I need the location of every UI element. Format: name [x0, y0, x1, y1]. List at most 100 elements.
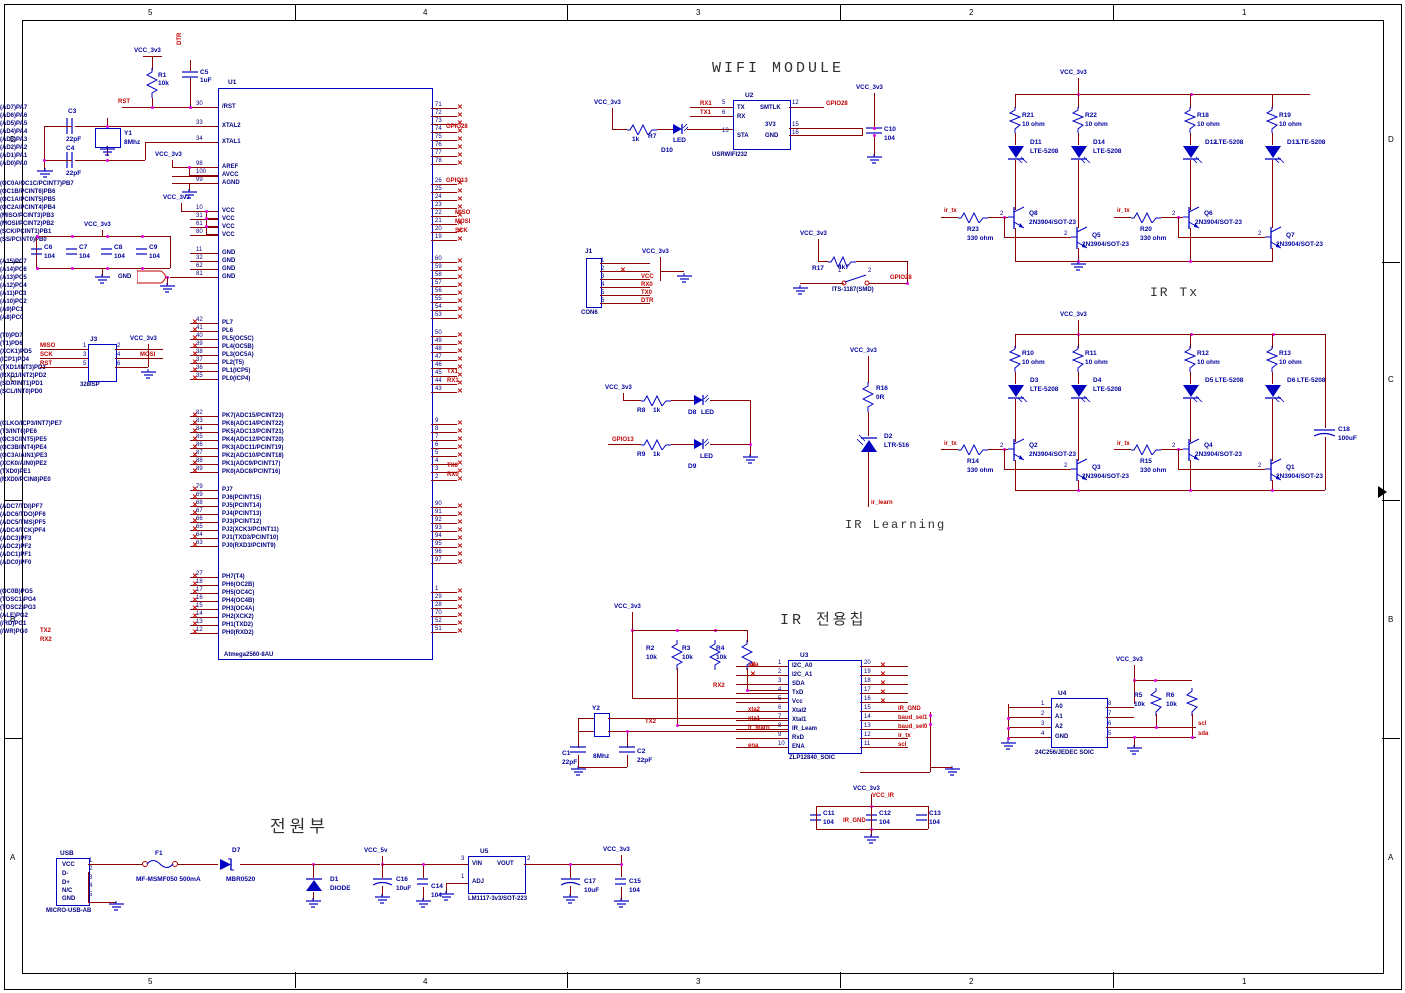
u3-right-pin-num: 11	[864, 741, 871, 747]
r11-ref: R11	[1085, 350, 1097, 357]
vcc-label: VCC_3v3	[163, 194, 190, 201]
mcu-right-pin-num: 48	[435, 346, 442, 352]
c6-ref: C6	[44, 244, 53, 251]
mcu-left-pin-name: PK1(ADC9/PCINT17)	[222, 461, 281, 467]
wire	[190, 269, 218, 270]
ground-symbol	[416, 898, 431, 908]
u3-right-net: IR_GND	[898, 706, 921, 712]
wire	[874, 93, 875, 127]
c16-ref: C16	[396, 876, 408, 883]
wire	[1190, 160, 1191, 210]
wire	[627, 755, 628, 767]
transistor-q6-symbol	[1183, 206, 1200, 229]
usb-pinnum: 4	[89, 883, 93, 889]
wire	[1004, 449, 1005, 469]
r17-ref: R17	[812, 265, 824, 272]
frame-tick	[1382, 500, 1400, 501]
c7-ref: C7	[79, 244, 88, 251]
ground-symbol	[614, 898, 629, 908]
r2-ref: R2	[646, 645, 655, 652]
con6-pin: 4	[601, 282, 605, 288]
d13-val: LTE-5208	[1297, 139, 1326, 146]
wire	[710, 444, 750, 445]
no-connect-marker: ✕	[192, 589, 198, 596]
c9-val: 104	[149, 253, 160, 260]
ir-tx-title: IR Tx	[1150, 285, 1200, 300]
q8-val: 2N3904/SOT-23	[1029, 219, 1076, 226]
vcc-label: VCC_3v3	[850, 347, 877, 354]
junction	[422, 863, 425, 866]
wire	[431, 262, 457, 263]
ground-symbol	[677, 273, 692, 283]
no-connect-marker: ✕	[457, 620, 463, 627]
c4-val: 22pF	[66, 170, 82, 177]
ground-symbol	[563, 894, 578, 904]
mcu-left-pin-name: /RST	[222, 104, 236, 110]
no-connect-marker: ✕	[457, 628, 463, 635]
f1-val: MF-MSMF050 500mA	[136, 876, 201, 883]
eeprom-part: 24C256/JEDEC SOIC	[1035, 750, 1095, 756]
ir-learning-title: IR Learning	[845, 518, 947, 532]
wire	[1272, 94, 1273, 108]
q1-ref: Q1	[1286, 464, 1295, 471]
wire	[190, 78, 191, 107]
wire	[431, 240, 457, 241]
junction	[71, 235, 74, 238]
d8-ref: D8	[688, 409, 697, 416]
mcu-left-pin-name: GND	[222, 258, 236, 264]
mcu-left-pin-name: PH4(OC4B)	[222, 598, 255, 604]
c10-ref: C10	[884, 126, 896, 133]
no-connect-marker: ✕	[192, 502, 198, 509]
push-switch-symbol[interactable]	[841, 273, 871, 287]
wire	[431, 424, 457, 425]
u3-left-pin-num: 1	[778, 660, 782, 666]
ir-led-d6-symbol	[1265, 385, 1285, 402]
junction	[106, 125, 109, 128]
c2-ref: C2	[637, 748, 646, 755]
ir-learn-net: ir_learn	[871, 500, 893, 506]
con6-body[interactable]	[586, 258, 602, 308]
r8-ref: R8	[637, 407, 646, 414]
mcu-left-pin-name: PH7(T4)	[222, 574, 245, 580]
mcu-left-pin-name: PK3(ADC11/PCINT19)	[222, 445, 284, 451]
mcu-left-pin-name: VCC	[222, 208, 235, 214]
junction	[106, 235, 109, 238]
switch-pin-1: 1	[838, 268, 842, 274]
mcu-net-label: TX0	[447, 463, 459, 469]
ground-symbol	[864, 834, 879, 844]
wire	[431, 132, 457, 133]
eeprom-ref: U4	[1058, 690, 1067, 697]
no-connect-marker: ✕	[192, 518, 198, 525]
wire	[1078, 94, 1079, 108]
d12-val: LTE-5208	[1215, 139, 1244, 146]
wire	[608, 731, 788, 732]
cap-c12	[866, 814, 877, 821]
mcu-left-pin-name: VCC	[222, 216, 235, 222]
wifi-net-gpio28: GPIO28	[826, 101, 848, 107]
wire	[431, 294, 457, 295]
wifi-part: USRWIFI232	[712, 152, 748, 158]
ground-symbol	[100, 146, 115, 156]
mcu-right-pin-num: 24	[435, 194, 442, 200]
u3-right-pin-num: 17	[864, 687, 871, 693]
frame-row-label: A	[10, 853, 16, 862]
wire	[608, 718, 788, 719]
isp-header-body[interactable]	[88, 344, 117, 382]
wire	[623, 393, 624, 400]
q5-ref: Q5	[1092, 232, 1101, 239]
vcc-label: VCC_3v3	[134, 47, 161, 54]
wire	[789, 135, 863, 136]
no-connect-marker: ✕	[880, 698, 886, 705]
mcu-left-pin-name: XTAL1	[222, 139, 241, 145]
u3-right-pin-num: 16	[864, 696, 871, 702]
con6-net-vcc: VCC	[641, 274, 654, 280]
no-connect-marker: ✕	[457, 503, 463, 510]
wire	[710, 400, 750, 401]
wire	[1078, 399, 1079, 461]
wire	[623, 400, 641, 401]
wire	[1015, 490, 1325, 491]
resistor-r11	[1072, 346, 1084, 372]
no-connect-marker: ✕	[457, 348, 463, 355]
c5-ref: C5	[200, 69, 209, 76]
no-connect-marker: ✕	[620, 267, 626, 274]
